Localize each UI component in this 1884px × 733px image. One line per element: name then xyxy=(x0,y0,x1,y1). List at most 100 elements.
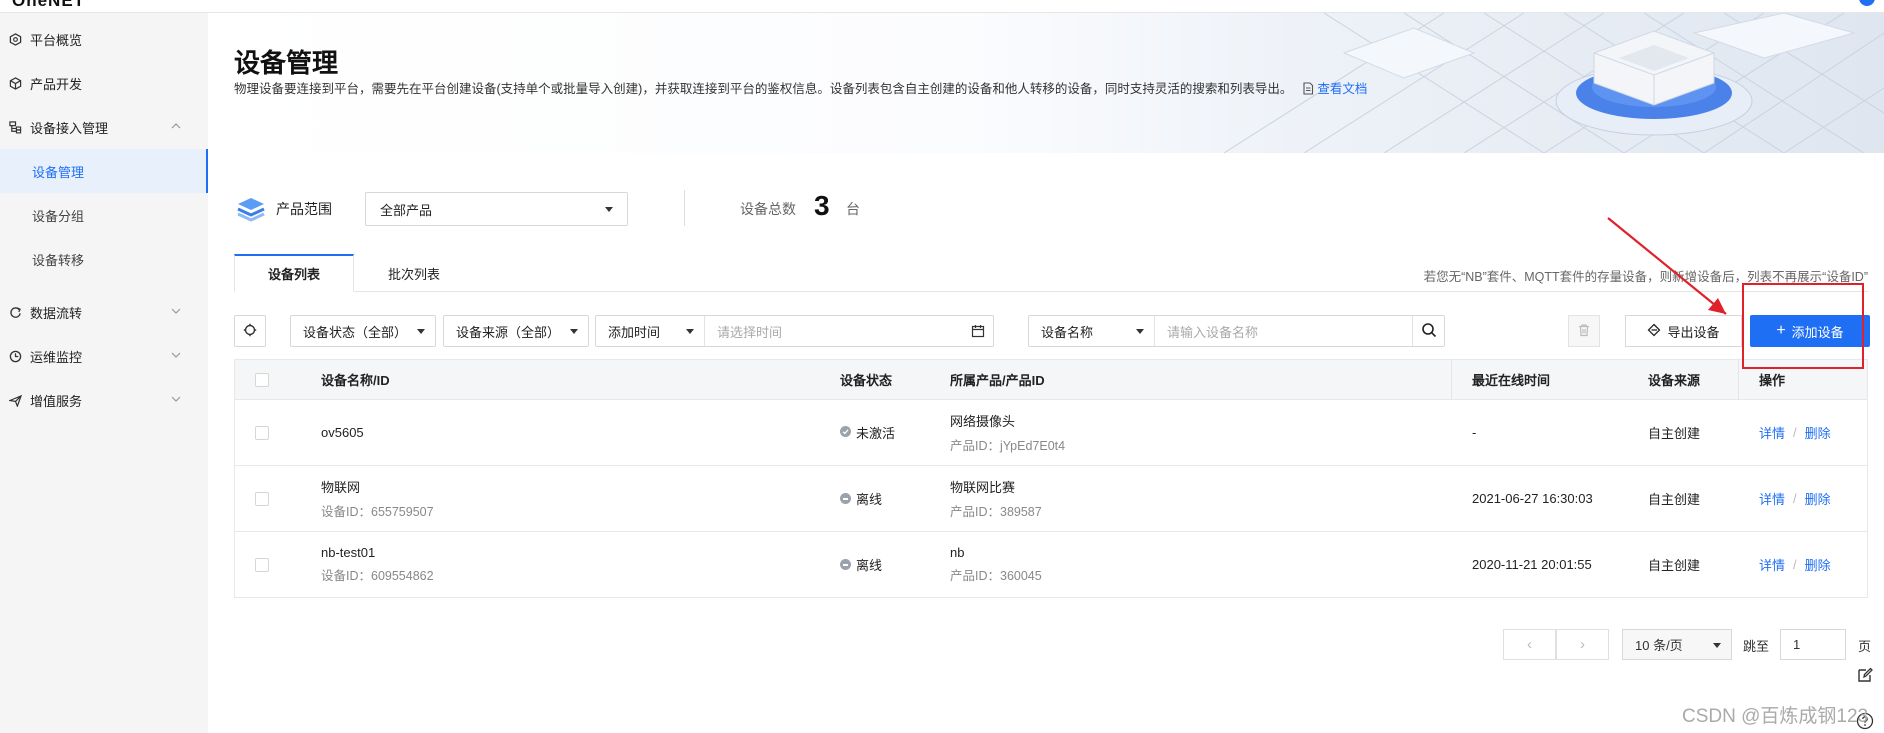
device-name: ov5605 xyxy=(321,425,364,440)
status-text: 离线 xyxy=(856,558,883,573)
product-range-icon xyxy=(234,192,268,226)
device-total-unit: 台 xyxy=(846,201,860,217)
tab-device-list[interactable]: 设备列表 xyxy=(234,254,354,292)
detail-link[interactable]: 详情 xyxy=(1759,489,1785,508)
caret-down-icon xyxy=(686,329,694,334)
time-range-placeholder: 请选择时间 xyxy=(717,324,783,340)
sidebar-item-overview[interactable]: 平台概览 xyxy=(0,17,208,61)
select-all-checkbox[interactable] xyxy=(255,372,269,387)
device-total-label: 设备总数 xyxy=(740,201,796,217)
source-cell: 自主创建 xyxy=(1648,558,1701,573)
search-group: 设备名称 请输入设备名称 xyxy=(1028,315,1445,347)
prev-page-button[interactable]: ‹ xyxy=(1503,629,1556,660)
page-size-select[interactable]: 10 条/页 xyxy=(1622,629,1732,660)
tab-batch-list[interactable]: 批次列表 xyxy=(354,254,474,292)
inactive-status-icon xyxy=(840,425,851,440)
page-size-value: 10 条/页 xyxy=(1635,638,1683,653)
search-field-select[interactable]: 设备名称 xyxy=(1029,316,1155,346)
page-title: 设备管理 xyxy=(234,48,339,78)
search-icon xyxy=(1421,322,1437,341)
caret-down-icon xyxy=(417,329,425,334)
sidebar-item-label: 运维监控 xyxy=(30,349,83,365)
sidebar: 平台概览 产品开发 设备接入管理 设备管理 设备分组 设备转移 数据流转 运维监… xyxy=(0,13,208,733)
sidebar-item-device-management[interactable]: 设备管理 xyxy=(0,149,208,193)
sidebar-item-product-dev[interactable]: 产品开发 xyxy=(0,61,208,105)
sidebar-item-ops-monitor[interactable]: 运维监控 xyxy=(0,334,208,378)
product-range-select[interactable]: 全部产品 xyxy=(365,192,628,226)
row-checkbox[interactable] xyxy=(255,425,269,440)
divider xyxy=(684,190,685,226)
column-header: 设备来源 xyxy=(1648,373,1701,388)
separator: / xyxy=(1793,425,1797,440)
caret-down-icon xyxy=(605,206,613,212)
product-id: 产品ID：jYpEd7E0t4 xyxy=(950,439,1066,453)
source-filter-select[interactable]: 设备来源（全部） xyxy=(443,315,589,347)
search-input[interactable]: 请输入设备名称 xyxy=(1155,316,1412,346)
device-tree-icon xyxy=(8,120,22,134)
device-total-count: 3 xyxy=(814,190,830,221)
column-header: 设备名称/ID xyxy=(321,373,390,388)
document-icon xyxy=(1302,82,1314,98)
calendar-icon xyxy=(971,324,985,341)
page-header-banner: 设备管理 物理设备要连接到平台，需要先在平台创建设备(支持单个或批量导入创建)，… xyxy=(210,13,1884,153)
chevron-down-icon xyxy=(170,349,184,363)
status-text: 未激活 xyxy=(856,426,896,441)
row-checkbox[interactable] xyxy=(255,491,269,506)
last-online-cell: 2020-11-21 20:01:55 xyxy=(1472,557,1592,572)
jump-to-label: 跳至 xyxy=(1743,639,1770,654)
chevron-down-icon xyxy=(170,305,184,319)
column-divider xyxy=(1738,360,1739,400)
next-page-button[interactable]: › xyxy=(1556,629,1609,660)
user-avatar-icon[interactable] xyxy=(1856,0,1878,10)
sidebar-item-data-flow[interactable]: 数据流转 xyxy=(0,290,208,334)
time-type-value: 添加时间 xyxy=(608,324,661,340)
send-icon xyxy=(8,393,22,407)
time-range-input[interactable]: 请选择时间 xyxy=(705,316,993,346)
annotation-arrow xyxy=(1607,217,1727,315)
operations-cell: 详情 / 删除 xyxy=(1759,400,1831,465)
sidebar-item-device-access[interactable]: 设备接入管理 xyxy=(0,105,208,149)
sidebar-item-label: 设备管理 xyxy=(32,164,85,180)
source-cell: 自主创建 xyxy=(1648,492,1701,507)
batch-delete-button[interactable] xyxy=(1568,315,1600,347)
data-flow-icon xyxy=(8,305,22,319)
product-name: 网络摄像头 xyxy=(950,414,1016,429)
device-name-cell: 物联网 设备ID：655759507 xyxy=(321,466,434,531)
row-checkbox[interactable] xyxy=(255,557,269,572)
delete-link[interactable]: 删除 xyxy=(1805,555,1831,574)
sidebar-item-label: 平台概览 xyxy=(30,32,83,48)
device-table: 设备名称/ID 设备状态 所属产品/产品ID 最近在线时间 设备来源 操作 ov… xyxy=(234,359,1868,598)
status-filter-select[interactable]: 设备状态（全部） xyxy=(290,315,436,347)
brand-logo[interactable]: OneNET xyxy=(12,0,85,11)
trash-icon xyxy=(1577,323,1591,340)
search-field-value: 设备名称 xyxy=(1041,324,1094,340)
offline-status-icon xyxy=(840,559,851,570)
product-range-value: 全部产品 xyxy=(380,202,433,218)
feedback-edit-icon[interactable] xyxy=(1854,664,1876,686)
detail-link[interactable]: 详情 xyxy=(1759,555,1785,574)
hexagon-icon xyxy=(8,32,22,46)
last-online-cell: 2021-06-27 16:30:03 xyxy=(1472,491,1593,506)
time-filter-group: 添加时间 请选择时间 xyxy=(595,315,994,347)
sidebar-item-device-transfer[interactable]: 设备转移 xyxy=(0,237,208,281)
operations-cell: 详情 / 删除 xyxy=(1759,466,1831,531)
time-type-select[interactable]: 添加时间 xyxy=(596,316,705,346)
refresh-button[interactable] xyxy=(234,315,266,347)
sidebar-item-value-added[interactable]: 增值服务 xyxy=(0,378,208,422)
device-id: 设备ID：655759507 xyxy=(321,505,434,519)
jump-page-input[interactable]: 1 xyxy=(1780,629,1846,660)
source-filter-value: 设备来源（全部） xyxy=(456,324,561,340)
caret-down-icon xyxy=(570,329,578,334)
sidebar-item-device-group[interactable]: 设备分组 xyxy=(0,193,208,237)
clock-monitor-icon xyxy=(8,349,22,363)
product-range-label: 产品范围 xyxy=(276,201,332,217)
delete-link[interactable]: 删除 xyxy=(1805,423,1831,442)
search-button[interactable] xyxy=(1412,316,1444,346)
product-name: nb xyxy=(950,545,965,560)
page-unit-label: 页 xyxy=(1858,639,1872,654)
detail-link[interactable]: 详情 xyxy=(1759,423,1785,442)
delete-link[interactable]: 删除 xyxy=(1805,489,1831,508)
device-id: 设备ID：609554862 xyxy=(321,569,434,583)
separator: / xyxy=(1793,557,1797,572)
view-docs-link[interactable]: 查看文档 xyxy=(1302,82,1367,98)
